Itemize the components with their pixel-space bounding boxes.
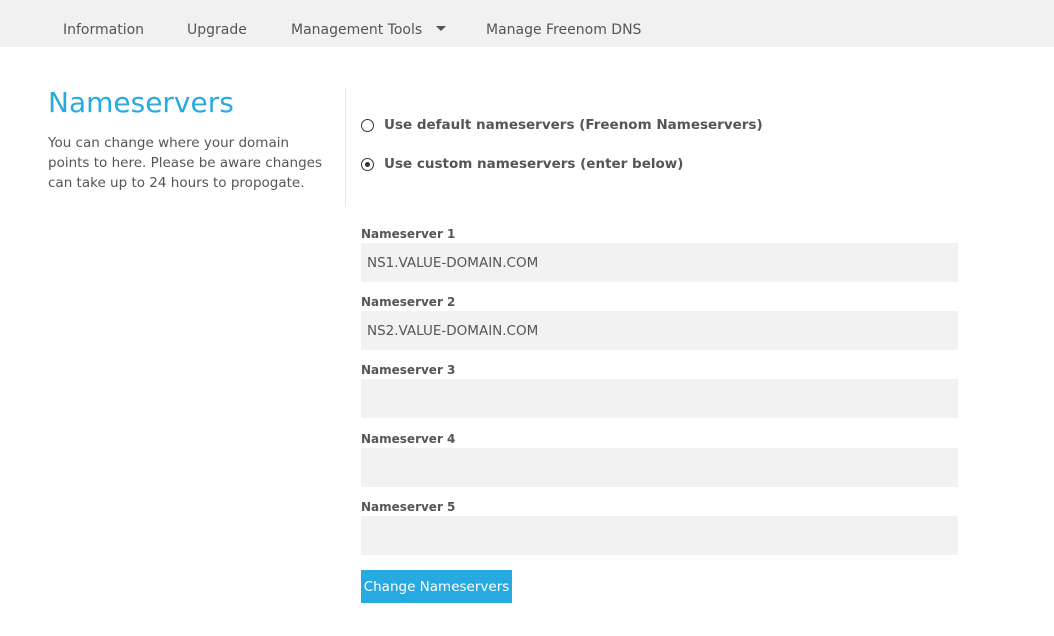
nameserver-2-input[interactable]: [361, 311, 958, 350]
nav-item-information[interactable]: Information: [63, 0, 144, 47]
nameserver-4-label: Nameserver 4: [361, 432, 456, 446]
default-nameservers-label: Use default nameservers (Freenom Nameser…: [384, 117, 763, 133]
nav-item-label: Upgrade: [187, 22, 247, 38]
nav-item-label: Information: [63, 22, 145, 38]
nameserver-1-input[interactable]: [361, 243, 958, 282]
nav-item-manage-freenom-dns[interactable]: Manage Freenom DNS: [486, 0, 641, 47]
nav-item-upgrade[interactable]: Upgrade: [187, 0, 247, 47]
nameserver-2-label: Nameserver 2: [361, 295, 456, 309]
nameserver-1-label: Nameserver 1: [361, 227, 456, 241]
page-title: Nameservers: [48, 86, 234, 119]
page-description: You can change where your domain points …: [48, 135, 323, 191]
top-nav: Information Upgrade Management Tools Man…: [0, 0, 1054, 47]
nameserver-5-label: Nameserver 5: [361, 500, 456, 514]
radio-button-custom[interactable]: [361, 157, 374, 171]
caret-down-icon: [436, 25, 447, 31]
nameserver-3-input[interactable]: [361, 379, 958, 418]
nameserver-5-input[interactable]: [361, 516, 958, 555]
nameserver-3-label: Nameserver 3: [361, 363, 456, 377]
vertical-divider: [345, 88, 346, 207]
change-nameservers-button[interactable]: Change Nameservers: [361, 570, 512, 603]
default-nameservers-option[interactable]: Use default nameservers (Freenom Nameser…: [361, 115, 763, 135]
custom-nameservers-option[interactable]: Use custom nameservers (enter below): [361, 154, 683, 174]
radio-button-default[interactable]: [361, 118, 374, 132]
custom-nameservers-label: Use custom nameservers (enter below): [384, 156, 684, 172]
nav-item-label: Manage Freenom DNS: [486, 22, 642, 38]
nav-item-management-tools[interactable]: Management Tools: [291, 0, 447, 47]
nav-item-label: Management Tools: [291, 22, 423, 38]
nameserver-4-input[interactable]: [361, 448, 958, 487]
